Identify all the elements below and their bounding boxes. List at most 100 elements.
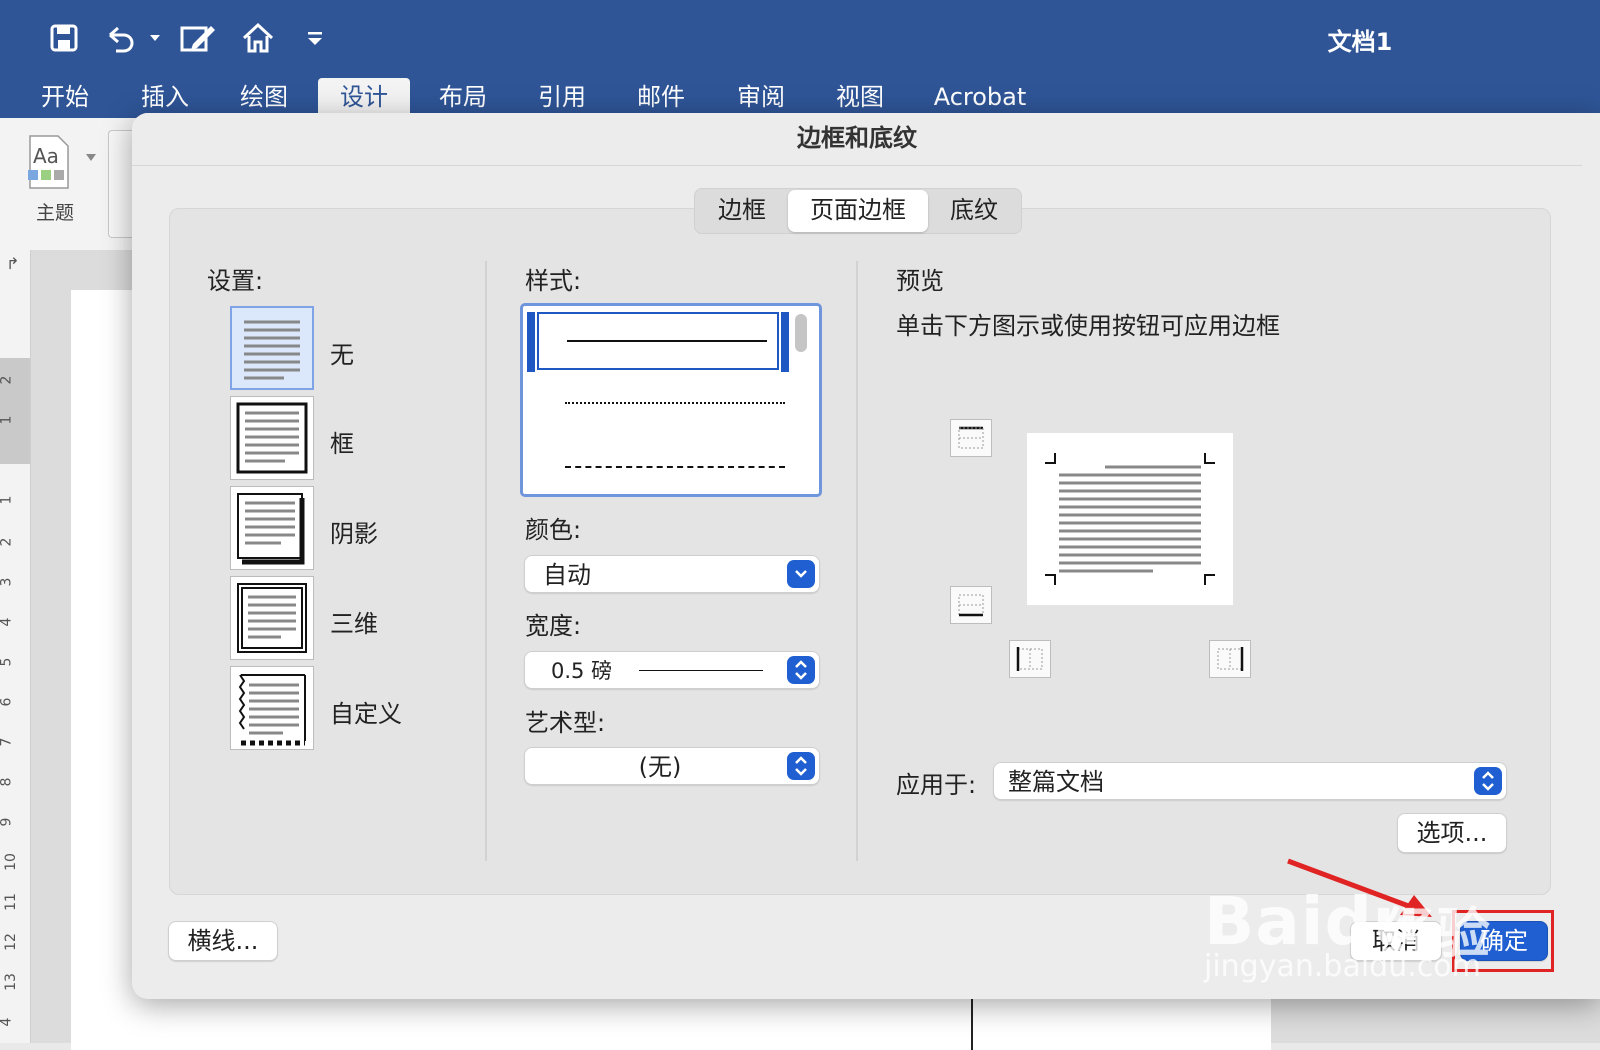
ruler-number: 6 (0, 697, 15, 707)
tab-draw[interactable]: 绘图 (229, 78, 299, 118)
chevron-down-icon (787, 560, 815, 588)
tab-acrobat[interactable]: Acrobat (925, 78, 1035, 118)
ruler-number: 4 (0, 617, 15, 627)
art-value: (无) (638, 753, 682, 781)
line-style-list[interactable] (520, 303, 822, 497)
watermark-url: jingyan.baidu.com (1204, 949, 1481, 984)
page-lines-icon (244, 320, 300, 380)
ruler-number: 1 (0, 415, 15, 425)
ruler-number: 9 (0, 817, 15, 827)
tab-view[interactable]: 视图 (825, 78, 895, 118)
undo-icon[interactable] (100, 18, 164, 58)
ruler-number: 12 (2, 933, 19, 951)
ruler-number: 4 (0, 1017, 15, 1027)
line-style-dashed[interactable] (537, 446, 787, 486)
border-preview[interactable] (1027, 433, 1233, 605)
right-border-icon (1217, 647, 1244, 671)
preview-hint: 单击下方图示或使用按钮可应用边框 (896, 312, 1280, 340)
dialog-tab-control: 边框 页面边框 底纹 (694, 188, 1022, 234)
setting-box-label[interactable]: 框 (330, 424, 354, 459)
column-divider (485, 261, 487, 861)
solid-line-sample (567, 340, 767, 342)
setting-custom-label[interactable]: 自定义 (330, 694, 402, 729)
style-label: 样式: (525, 267, 582, 295)
tab-insert[interactable]: 插入 (130, 78, 200, 118)
edit-document-icon[interactable] (176, 18, 220, 58)
tab-layout[interactable]: 布局 (428, 78, 498, 118)
left-border-button[interactable] (1009, 640, 1051, 678)
text-cursor-line (971, 990, 973, 1050)
customize-toolbar-icon[interactable] (300, 18, 330, 58)
stepper-updown-icon (1474, 767, 1502, 795)
left-border-icon (1016, 647, 1043, 671)
theme-gallery-button[interactable]: Aa (24, 134, 74, 190)
apply-to-value: 整篇文档 (1008, 768, 1104, 796)
width-value: 0.5 磅 (551, 659, 613, 683)
borders-and-shading-dialog: 边框和底纹 边框 页面边框 底纹 设置: 无 框 阴影 三维 自定义 样式: 颜… (132, 113, 1600, 999)
selection-marker (527, 312, 535, 372)
right-border-button[interactable] (1209, 640, 1251, 678)
home-icon[interactable] (236, 18, 280, 58)
ruler-number: 3 (0, 577, 15, 587)
line-style-dotted[interactable] (537, 382, 787, 422)
bottom-border-button[interactable] (950, 586, 992, 624)
top-border-button[interactable] (950, 419, 992, 457)
apply-to-label: 应用于: (896, 771, 977, 799)
ruler-number: 13 (2, 973, 19, 991)
theme-label: 主题 (36, 202, 75, 224)
width-dropdown[interactable]: 0.5 磅 (524, 651, 820, 689)
preview-label: 预览 (896, 267, 944, 295)
page-custom-icon (238, 674, 306, 746)
color-dropdown[interactable]: 自动 (524, 555, 820, 593)
tab-shading[interactable]: 底纹 (928, 190, 1020, 232)
page-shadow-icon (237, 493, 305, 565)
selection-marker (781, 312, 789, 372)
color-label: 颜色: (525, 516, 582, 544)
theme-glyph: Aa (33, 144, 59, 168)
horizontal-line-button[interactable]: 横线... (168, 921, 278, 961)
save-icon[interactable] (44, 18, 84, 58)
page-3d-icon (237, 583, 307, 653)
theme-dropdown-arrow[interactable] (86, 154, 96, 161)
style-list-scrollbar[interactable] (795, 314, 807, 352)
dialog-title: 边框和底纹 (132, 113, 1582, 166)
width-line-sample (639, 670, 763, 671)
title-bar: 文档1 开始 插入 绘图 设计 布局 引用 邮件 审阅 视图 Acrobat (0, 0, 1600, 118)
top-border-icon (958, 426, 984, 449)
setting-3d-thumbnail[interactable] (230, 576, 314, 660)
options-button[interactable]: 选项... (1397, 813, 1507, 853)
ruler-number: 1 (0, 495, 15, 505)
preview-page-icon (1045, 453, 1215, 585)
bottom-border-icon (958, 594, 984, 617)
line-style-solid[interactable] (537, 312, 779, 370)
vertical-ruler: ↱ 2 1 1 2 3 4 5 6 7 8 9 10 11 12 13 4 (0, 250, 31, 1043)
ruler-number: 11 (2, 893, 19, 911)
setting-shadow-label[interactable]: 阴影 (330, 514, 378, 549)
ruler-number: 2 (0, 537, 15, 547)
tab-page-border[interactable]: 页面边框 (788, 190, 928, 232)
setting-shadow-thumbnail[interactable] (230, 486, 314, 570)
dashed-line-sample (565, 466, 785, 468)
ribbon: Aa 主题 (0, 118, 135, 251)
ribbon-divider (108, 130, 133, 238)
tab-borders[interactable]: 边框 (696, 190, 788, 232)
stepper-updown-icon (787, 752, 815, 780)
art-label: 艺术型: (525, 709, 606, 737)
document-title: 文档1 (1327, 28, 1393, 56)
tab-review[interactable]: 审阅 (726, 78, 796, 118)
ruler-number: 7 (0, 737, 15, 747)
setting-none-label[interactable]: 无 (330, 335, 354, 370)
tab-references[interactable]: 引用 (527, 78, 597, 118)
ruler-number: 2 (0, 375, 15, 385)
tab-stop-icon[interactable]: ↱ (6, 254, 19, 273)
setting-box-thumbnail[interactable] (230, 396, 314, 480)
setting-3d-label[interactable]: 三维 (330, 604, 378, 639)
setting-none-thumbnail[interactable] (230, 306, 314, 390)
setting-custom-thumbnail[interactable] (230, 666, 314, 750)
tab-design[interactable]: 设计 (318, 78, 410, 118)
apply-to-dropdown[interactable]: 整篇文档 (993, 762, 1507, 800)
art-dropdown[interactable]: (无) (524, 747, 820, 785)
ruler-number: 5 (0, 657, 15, 667)
tab-home[interactable]: 开始 (30, 78, 100, 118)
tab-mailings[interactable]: 邮件 (626, 78, 696, 118)
